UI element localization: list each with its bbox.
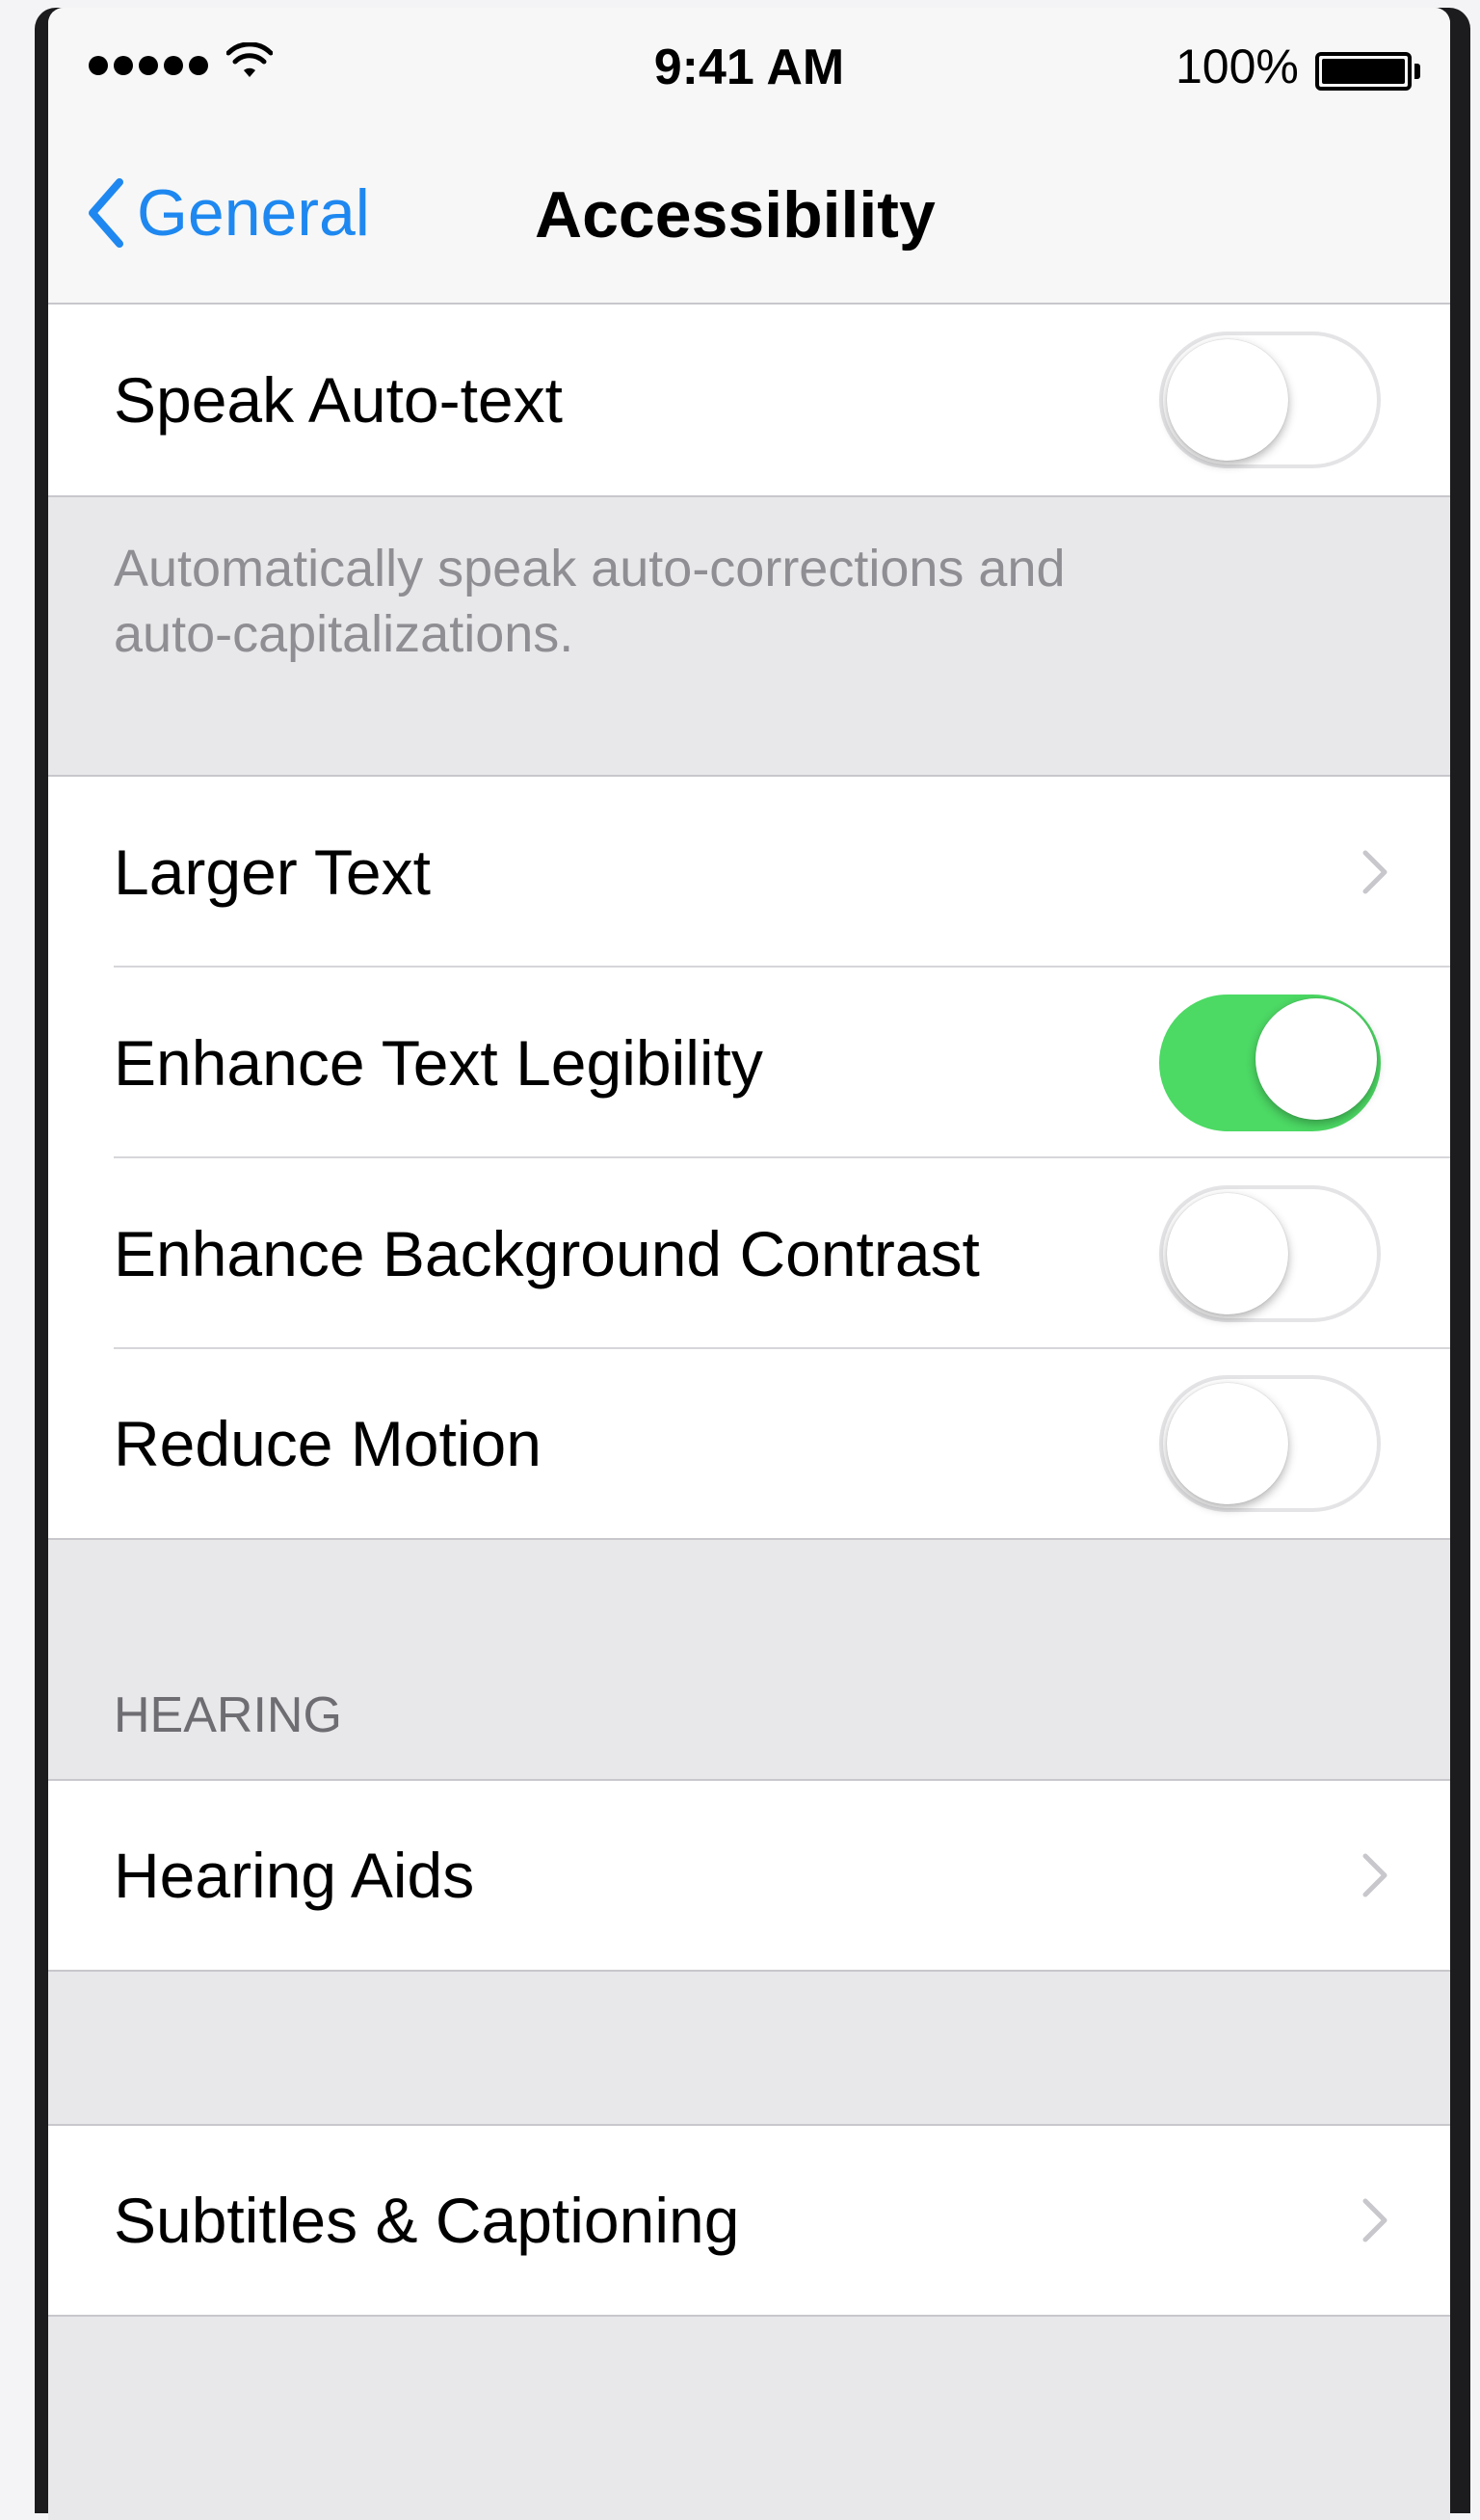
- chevron-right-icon: [1362, 2198, 1388, 2242]
- chevron-right-icon: [1362, 850, 1388, 894]
- battery-tip: [1414, 64, 1420, 79]
- enhance-background-contrast-toggle[interactable]: [1159, 1185, 1381, 1322]
- speak-auto-text-row: Speak Auto-text: [48, 305, 1450, 495]
- toggle-knob: [1167, 339, 1288, 461]
- back-button[interactable]: General: [87, 175, 370, 251]
- toggle-knob: [1255, 998, 1377, 1120]
- row-label: Larger Text: [114, 836, 431, 908]
- reduce-motion-row: Reduce Motion: [48, 1349, 1450, 1540]
- enhance-text-legibility-row: Enhance Text Legibility: [48, 968, 1450, 1158]
- battery-icon: [1315, 52, 1412, 91]
- enhance-background-contrast-row: Enhance Background Contrast: [48, 1158, 1450, 1349]
- row-label: Hearing Aids: [114, 1840, 475, 1911]
- larger-text-row[interactable]: Larger Text: [48, 777, 1450, 968]
- section-gap: [48, 2317, 1450, 2520]
- back-button-label: General: [137, 176, 370, 250]
- row-label: Enhance Background Contrast: [114, 1218, 980, 1289]
- speak-auto-text-toggle[interactable]: [1159, 332, 1381, 468]
- speak-auto-text-footer: Automatically speak auto-corrections and…: [48, 495, 1450, 777]
- page-title: Accessibility: [535, 178, 936, 252]
- battery-percentage: 100%: [1176, 40, 1299, 93]
- section-header-label: HEARING: [114, 1687, 342, 1743]
- toggle-knob: [1167, 1383, 1288, 1504]
- enhance-text-legibility-toggle[interactable]: [1159, 995, 1381, 1131]
- footer-text: Automatically speak auto-corrections and…: [114, 540, 1066, 663]
- navigation-bar: General Accessibility: [48, 133, 1450, 305]
- row-label: Speak Auto-text: [114, 364, 563, 436]
- status-bar: 9:41 AM 100%: [48, 8, 1450, 133]
- settings-list: Speak Auto-text Automatically speak auto…: [48, 305, 1450, 2520]
- reduce-motion-toggle[interactable]: [1159, 1375, 1381, 1512]
- section-gap: [48, 1972, 1450, 2126]
- hearing-section-header: HEARING: [48, 1540, 1450, 1781]
- subtitles-captioning-row[interactable]: Subtitles & Captioning: [48, 2126, 1450, 2317]
- chevron-right-icon: [1362, 1853, 1388, 1897]
- toggle-knob: [1167, 1193, 1288, 1314]
- phone-screen: 9:41 AM 100% General Accessibility Speak…: [48, 8, 1450, 2520]
- row-label: Subtitles & Captioning: [114, 2185, 740, 2256]
- row-label: Reduce Motion: [114, 1408, 542, 1479]
- hearing-aids-row[interactable]: Hearing Aids: [48, 1781, 1450, 1972]
- chevron-left-icon: [89, 178, 123, 248]
- row-label: Enhance Text Legibility: [114, 1027, 763, 1099]
